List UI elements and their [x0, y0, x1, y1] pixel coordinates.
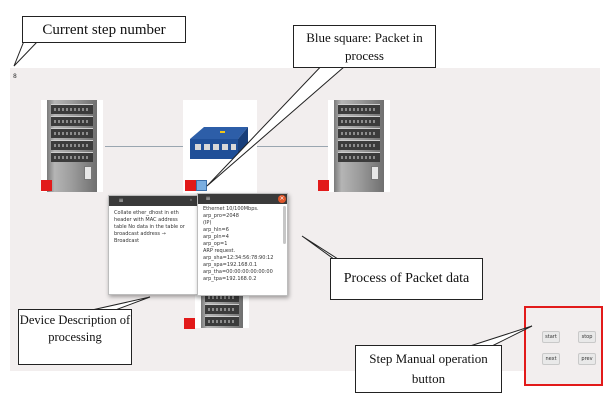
packet-line: arp_pln=4 — [203, 234, 229, 240]
stop-button[interactable]: stop — [578, 331, 596, 343]
menu-icon[interactable]: ≡ — [204, 195, 212, 203]
prev-button[interactable]: prev — [578, 353, 596, 365]
window-titlebar[interactable]: ≡ ◦ — [109, 196, 197, 206]
network-link-left — [105, 146, 185, 147]
current-step-number: 8 — [13, 73, 17, 80]
callout-device-description: Device Description of processing — [18, 309, 132, 365]
packet-data-text: Ethernet 10/100Mbps. arp_pro=2048 (IP) a… — [198, 204, 287, 287]
packet-line: arp_op=1 — [203, 241, 228, 247]
start-button[interactable]: start — [542, 331, 560, 343]
device-marker-left — [41, 180, 52, 191]
callout-step-manual: Step Manual operation button — [355, 345, 502, 393]
pin-icon[interactable]: ◦ — [187, 197, 195, 205]
packet-line: arp_tpa=192.168.0.2 — [203, 276, 257, 282]
close-icon[interactable]: × — [278, 195, 286, 203]
packet-line: arp_tha=00:00:00:00:00:00 — [203, 269, 273, 275]
device-description-window[interactable]: ≡ ◦ Collate ether_dhost in eth header wi… — [108, 195, 198, 295]
packet-line: arp_spa=192.168.0.1 — [203, 262, 258, 268]
host-server-right[interactable] — [328, 100, 390, 192]
callout-blue-square: Blue square: Packet in process — [293, 25, 436, 68]
menu-icon[interactable]: ≡ — [117, 197, 125, 205]
server-rack-icon — [47, 100, 97, 192]
network-link-right — [256, 146, 328, 147]
callout-current-step: Current step number — [22, 16, 186, 43]
callout-process-packet: Process of Packet data — [330, 258, 483, 300]
step-control-panel: start stop next prev — [524, 306, 603, 386]
device-marker-bottom — [184, 318, 195, 329]
device-description-text: Collate ether_dhost in eth header with M… — [114, 210, 185, 244]
device-marker-switch — [185, 180, 196, 191]
packet-data-window[interactable]: ≡ × Ethernet 10/100Mbps. arp_pro=2048 (I… — [197, 193, 288, 296]
device-marker-right — [318, 180, 329, 191]
switch-icon — [190, 127, 248, 159]
packet-line: arp_hln=6 — [203, 227, 229, 233]
next-button[interactable]: next — [542, 353, 560, 365]
packet-line: (IP) — [203, 220, 212, 226]
window-titlebar[interactable]: ≡ × — [198, 194, 287, 204]
packet-line: Ethernet 10/100Mbps. — [203, 206, 259, 212]
packet-line: ARP request. — [203, 248, 236, 254]
packet-line: arp_pro=2048 — [203, 213, 239, 219]
host-server-left[interactable] — [41, 100, 103, 192]
packet-in-process-marker — [196, 180, 207, 191]
packet-line: arp_sha=12:34:56:78:90:12 — [203, 255, 274, 261]
server-rack-icon — [334, 100, 384, 192]
scrollbar[interactable] — [283, 206, 286, 244]
